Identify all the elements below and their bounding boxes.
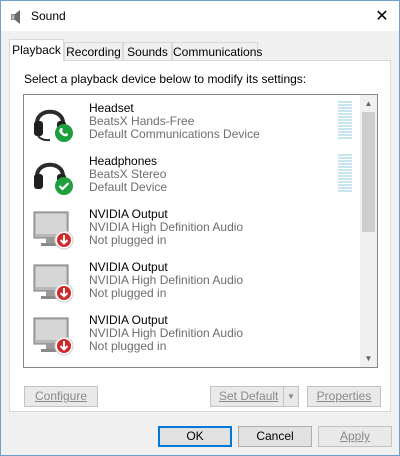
device-status: Not plugged in (89, 233, 167, 247)
cancel-button[interactable]: Cancel (238, 426, 312, 447)
apply-label: Apply (339, 429, 371, 443)
device-status: Not plugged in (89, 286, 167, 300)
properties-label: Properties (316, 389, 372, 403)
scroll-thumb[interactable] (362, 112, 375, 232)
vertical-scrollbar[interactable]: ▲ ▼ (360, 95, 377, 367)
sound-dialog: Sound ✕ Playback Recording Sounds Commun… (0, 0, 400, 456)
scroll-up-icon[interactable]: ▲ (360, 95, 377, 112)
headphones-icon (34, 162, 73, 195)
list-item[interactable]: Headset BeatsX Hands-Free Default Commun… (24, 95, 360, 148)
set-default-label: Set Default (219, 389, 279, 403)
close-button[interactable]: ✕ (365, 1, 399, 31)
device-driver: NVIDIA High Definition Audio (89, 220, 244, 234)
list-item[interactable]: NVIDIA Output NVIDIA High Definition Aud… (24, 254, 360, 307)
device-driver: NVIDIA High Definition Audio (89, 273, 244, 287)
window-title: Sound (31, 9, 66, 23)
list-item[interactable]: Headphones BeatsX Stereo Default Device (24, 148, 360, 201)
apply-button[interactable]: Apply (318, 426, 392, 447)
device-name: NVIDIA Output (89, 207, 168, 221)
chevron-down-icon[interactable]: ▼ (283, 387, 298, 406)
device-name: NVIDIA Output (89, 313, 168, 327)
list-item[interactable]: NVIDIA Output NVIDIA High Definition Aud… (24, 201, 360, 254)
monitor-icon (33, 317, 74, 356)
device-name: NVIDIA Output (89, 260, 168, 274)
title-bar[interactable]: Sound ✕ (1, 1, 399, 31)
tab-playback[interactable]: Playback (9, 39, 64, 61)
instruction-text: Select a playback device below to modify… (24, 72, 307, 86)
scroll-down-icon[interactable]: ▼ (360, 350, 377, 367)
device-driver: NVIDIA High Definition Audio (89, 326, 244, 340)
tab-communications[interactable]: Communications (172, 42, 262, 60)
device-status: Not plugged in (89, 339, 167, 353)
list-item[interactable]: NVIDIA Output NVIDIA High Definition Aud… (24, 307, 360, 360)
level-meter (338, 101, 352, 141)
level-meter (338, 154, 352, 194)
phone-badge-icon (55, 124, 73, 142)
ok-button[interactable]: OK (158, 426, 232, 447)
device-status: Default Communications Device (89, 127, 260, 141)
speaker-icon (11, 10, 20, 24)
properties-button[interactable]: Properties (307, 386, 381, 407)
headset-phone-icon (34, 109, 73, 142)
tab-sounds[interactable]: Sounds (123, 42, 172, 60)
device-list[interactable]: Headset BeatsX Hands-Free Default Commun… (23, 94, 378, 368)
tab-recording[interactable]: Recording (64, 42, 123, 60)
monitor-icon (33, 264, 74, 303)
set-default-button[interactable]: Set Default ▼ (210, 386, 299, 407)
device-name: Headphones (89, 154, 158, 168)
device-name: Headset (89, 101, 134, 115)
device-driver: BeatsX Hands-Free (89, 114, 195, 128)
configure-button[interactable]: Configure (24, 386, 98, 407)
device-driver: BeatsX Stereo (89, 167, 167, 181)
configure-label: Configure (34, 389, 88, 403)
playback-panel: Select a playback device below to modify… (9, 60, 391, 412)
monitor-icon (33, 211, 74, 250)
device-status: Default Device (89, 180, 168, 194)
